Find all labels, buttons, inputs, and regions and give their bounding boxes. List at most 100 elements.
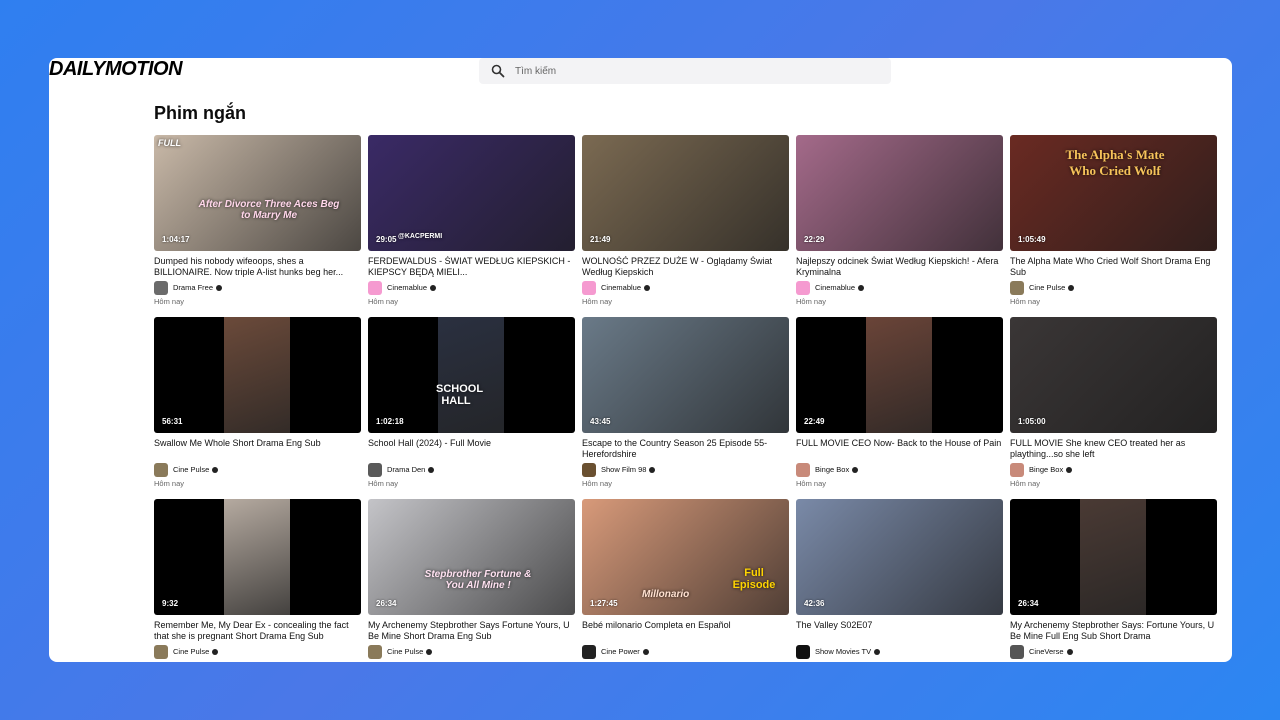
channel-info[interactable]: Show Movies TV xyxy=(796,644,1003,659)
video-thumbnail[interactable]: The Alpha's Mate Who Cried Wolf 1:05:49 xyxy=(1010,135,1217,251)
video-card[interactable]: 22:29 Najlepszy odcinek Świat Według Kie… xyxy=(796,135,1003,306)
channel-name[interactable]: Drama Den xyxy=(387,465,425,474)
channel-info[interactable]: Binge Box xyxy=(1010,462,1217,477)
video-card[interactable]: @KACPERMI 29:05 FERDEWALDUS - ŚWIAT WEDŁ… xyxy=(368,135,575,306)
video-card[interactable]: Stepbrother Fortune & You All Mine ! 26:… xyxy=(368,499,575,662)
video-thumbnail[interactable]: 22:49 xyxy=(796,317,1003,433)
video-card[interactable]: 26:34 My Archenemy Stepbrother Says: For… xyxy=(1010,499,1217,662)
vertical-video-frame xyxy=(1080,499,1146,615)
video-duration: 22:29 xyxy=(804,235,825,244)
video-title[interactable]: FERDEWALDUS - ŚWIAT WEDŁUG KIEPSKICH - K… xyxy=(368,256,575,278)
video-title[interactable]: My Archenemy Stepbrother Says: Fortune Y… xyxy=(1010,620,1217,642)
channel-avatar[interactable] xyxy=(582,280,596,295)
channel-info[interactable]: Cine Pulse xyxy=(154,644,361,659)
video-duration: 1:05:00 xyxy=(1018,417,1046,426)
channel-name[interactable]: Binge Box xyxy=(1029,465,1063,474)
video-thumbnail[interactable]: 22:29 xyxy=(796,135,1003,251)
channel-avatar[interactable] xyxy=(1010,280,1024,295)
video-title[interactable]: Swallow Me Whole Short Drama Eng Sub xyxy=(154,438,361,460)
channel-info[interactable]: Cine Pulse xyxy=(368,644,575,659)
channel-avatar[interactable] xyxy=(1010,462,1024,477)
channel-info[interactable]: Cine Power xyxy=(582,644,789,659)
channel-name[interactable]: Show Movies TV xyxy=(815,647,871,656)
video-thumbnail[interactable]: @KACPERMI 29:05 xyxy=(368,135,575,251)
video-thumbnail[interactable]: 43:45 xyxy=(582,317,789,433)
channel-info[interactable]: CineVerse xyxy=(1010,644,1217,659)
video-thumbnail[interactable]: FULL After Divorce Three Aces Beg to Mar… xyxy=(154,135,361,251)
video-title[interactable]: Remember Me, My Dear Ex - concealing the… xyxy=(154,620,361,642)
video-card[interactable]: 21:49 WOLNOŚĆ PRZEZ DUŻE W - Oglądamy Św… xyxy=(582,135,789,306)
video-title[interactable]: My Archenemy Stepbrother Says Fortune Yo… xyxy=(368,620,575,642)
video-thumbnail[interactable]: SCHOOL HALL 1:02:18 xyxy=(368,317,575,433)
channel-avatar[interactable] xyxy=(582,462,596,477)
video-duration: 1:04:17 xyxy=(162,235,190,244)
video-title[interactable]: Najlepszy odcinek Świat Według Kiepskich… xyxy=(796,256,1003,278)
video-card[interactable]: 22:49 FULL MOVIE CEO Now- Back to the Ho… xyxy=(796,317,1003,488)
channel-info[interactable]: Cine Pulse xyxy=(1010,280,1217,295)
video-title[interactable]: School Hall (2024) - Full Movie xyxy=(368,438,575,460)
channel-avatar[interactable] xyxy=(796,280,810,295)
channel-info[interactable]: Cinemablue xyxy=(796,280,1003,295)
channel-name[interactable]: CineVerse xyxy=(1029,647,1064,656)
channel-name[interactable]: Binge Box xyxy=(815,465,849,474)
video-title[interactable]: FULL MOVIE CEO Now- Back to the House of… xyxy=(796,438,1003,460)
channel-avatar[interactable] xyxy=(154,462,168,477)
video-thumbnail[interactable]: 42:36 xyxy=(796,499,1003,615)
channel-info[interactable]: Cinemablue xyxy=(368,280,575,295)
channel-name[interactable]: Drama Free xyxy=(173,283,213,292)
channel-name[interactable]: Cinemablue xyxy=(387,283,427,292)
channel-info[interactable]: Binge Box xyxy=(796,462,1003,477)
channel-info[interactable]: Drama Free xyxy=(154,280,361,295)
video-card[interactable]: 1:05:00 FULL MOVIE She knew CEO treated … xyxy=(1010,317,1217,488)
channel-avatar[interactable] xyxy=(368,280,382,295)
video-thumbnail[interactable]: 56:31 xyxy=(154,317,361,433)
video-thumbnail[interactable]: 1:05:00 xyxy=(1010,317,1217,433)
video-thumbnail[interactable]: Stepbrother Fortune & You All Mine ! 26:… xyxy=(368,499,575,615)
video-thumbnail[interactable]: 26:34 xyxy=(1010,499,1217,615)
video-card[interactable]: The Alpha's Mate Who Cried Wolf 1:05:49 … xyxy=(1010,135,1217,306)
video-thumbnail[interactable]: 21:49 xyxy=(582,135,789,251)
video-title[interactable]: The Alpha Mate Who Cried Wolf Short Dram… xyxy=(1010,256,1217,278)
video-thumbnail[interactable]: Full Episode Millonario 1:27:45 xyxy=(582,499,789,615)
video-card[interactable]: 56:31 Swallow Me Whole Short Drama Eng S… xyxy=(154,317,361,488)
channel-name[interactable]: Cine Pulse xyxy=(173,465,209,474)
channel-avatar[interactable] xyxy=(368,462,382,477)
channel-info[interactable]: Cinemablue xyxy=(582,280,789,295)
upload-date: Hôm nay xyxy=(796,479,827,488)
video-thumbnail[interactable]: 9:32 xyxy=(154,499,361,615)
video-card[interactable]: Full Episode Millonario 1:27:45 Bebé mil… xyxy=(582,499,789,662)
channel-name[interactable]: Cinemablue xyxy=(815,283,855,292)
video-title[interactable]: Escape to the Country Season 25 Episode … xyxy=(582,438,789,460)
video-title[interactable]: Bebé milonario Completa en Español xyxy=(582,620,789,642)
video-card[interactable]: 42:36 The Valley S02E07 Show Movies TV H… xyxy=(796,499,1003,662)
channel-name[interactable]: Cine Pulse xyxy=(173,647,209,656)
channel-avatar[interactable] xyxy=(1010,644,1024,659)
channel-info[interactable]: Cine Pulse xyxy=(154,462,361,477)
channel-name[interactable]: Cine Pulse xyxy=(387,647,423,656)
channel-avatar[interactable] xyxy=(582,644,596,659)
channel-avatar[interactable] xyxy=(154,644,168,659)
channel-avatar[interactable] xyxy=(368,644,382,659)
channel-avatar[interactable] xyxy=(796,462,810,477)
video-card[interactable]: FULL After Divorce Three Aces Beg to Mar… xyxy=(154,135,361,306)
verified-icon xyxy=(649,466,656,473)
search-input[interactable] xyxy=(513,64,867,78)
channel-name[interactable]: Cinemablue xyxy=(601,283,641,292)
video-card[interactable]: 9:32 Remember Me, My Dear Ex - concealin… xyxy=(154,499,361,662)
video-title[interactable]: WOLNOŚĆ PRZEZ DUŻE W - Oglądamy Świat We… xyxy=(582,256,789,278)
video-card[interactable]: SCHOOL HALL 1:02:18 School Hall (2024) -… xyxy=(368,317,575,488)
channel-avatar[interactable] xyxy=(154,280,168,295)
channel-name[interactable]: Show Film 98 xyxy=(601,465,646,474)
video-title[interactable]: Dumped his nobody wifeoops, shes a BILLI… xyxy=(154,256,361,278)
dailymotion-logo[interactable]: DAILYMOTION xyxy=(49,58,183,81)
search-bar[interactable] xyxy=(479,58,891,84)
channel-avatar[interactable] xyxy=(796,644,810,659)
channel-name[interactable]: Cine Pulse xyxy=(1029,283,1065,292)
video-card[interactable]: 43:45 Escape to the Country Season 25 Ep… xyxy=(582,317,789,488)
channel-info[interactable]: Show Film 98 xyxy=(582,462,789,477)
channel-name[interactable]: Cine Power xyxy=(601,647,640,656)
channel-info[interactable]: Drama Den xyxy=(368,462,575,477)
video-title[interactable]: The Valley S02E07 xyxy=(796,620,1003,642)
vertical-video-frame xyxy=(866,317,932,433)
video-title[interactable]: FULL MOVIE She knew CEO treated her as p… xyxy=(1010,438,1217,460)
